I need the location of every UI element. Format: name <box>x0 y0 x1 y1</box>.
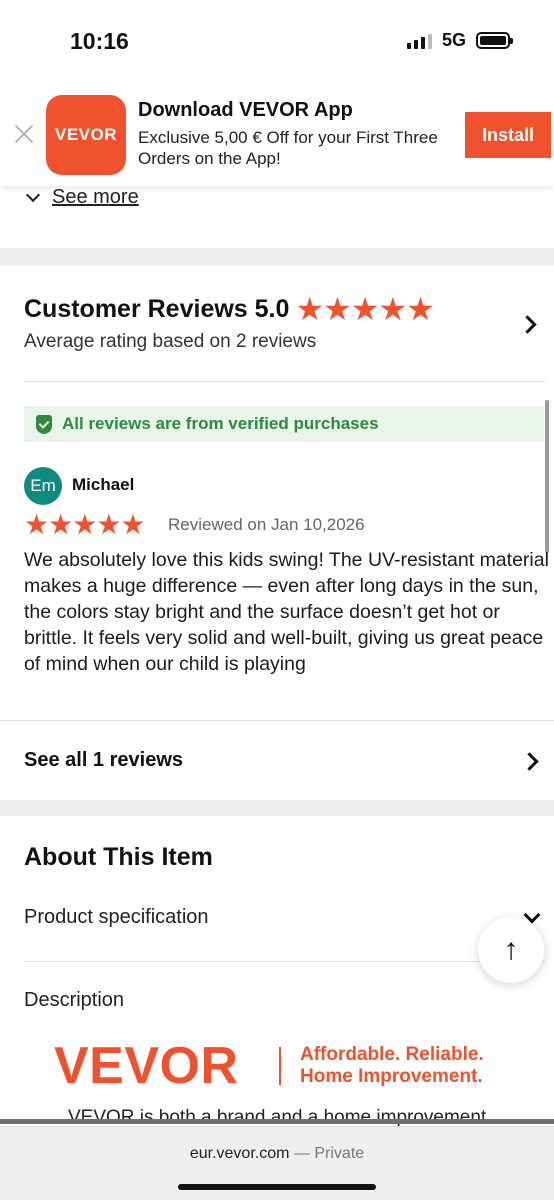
signal-icon <box>406 33 432 49</box>
reviews-header[interactable]: Customer Reviews 5.0 ★★★★★ <box>24 290 435 328</box>
logo-separator <box>279 1047 281 1085</box>
network-label: 5G <box>441 30 466 50</box>
app-download-banner: VEVOR Download VEVOR App Exclusive 5,00 … <box>0 86 554 186</box>
section-separator <box>0 248 554 266</box>
review-date: Reviewed on Jan 10,2026 <box>168 515 365 534</box>
url-display[interactable]: eur.vevor.com — Private <box>0 1145 554 1163</box>
url-text: eur.vevor.com <box>189 1145 290 1162</box>
verified-text: All reviews are from verified purchases <box>62 414 379 433</box>
close-icon[interactable] <box>12 122 36 146</box>
url-separator: — <box>293 1145 310 1162</box>
install-button[interactable]: Install <box>465 112 551 158</box>
banner-title: Download VEVOR App <box>138 99 353 121</box>
reviews-title: Customer Reviews 5.0 <box>24 294 290 323</box>
chevron-right-icon[interactable] <box>520 752 539 771</box>
chevron-right-icon[interactable] <box>518 315 537 334</box>
verified-purchases-banner: All reviews are from verified purchases <box>24 406 544 442</box>
status-indicators: 5G <box>406 30 513 51</box>
avatar: Em <box>24 467 62 505</box>
divider <box>24 381 546 382</box>
banner-subtitle: Exclusive 5,00 € Off for your First Thre… <box>138 128 438 168</box>
reviewer-name: Michael <box>72 475 135 494</box>
divider <box>0 720 554 721</box>
tagline-line-1: Affordable. Reliable. <box>300 1044 484 1065</box>
browser-address-bar[interactable]: eur.vevor.com — Private <box>0 1126 554 1200</box>
tagline-line-2: Home Improvement. <box>300 1066 483 1087</box>
arrow-up-icon: ↑ <box>503 933 519 966</box>
see-more-label: See more <box>52 186 139 208</box>
reviews-subtitle: Average rating based on 2 reviews <box>24 331 317 352</box>
about-title: About This Item <box>24 843 213 871</box>
vevor-brand-logo: VEVOR <box>54 1037 239 1095</box>
description-label: Description <box>24 989 125 1011</box>
brand-tagline: Affordable. Reliable. Home Improvement. <box>300 1044 484 1088</box>
status-time: 10:16 <box>70 28 129 54</box>
see-more-link[interactable]: See more <box>24 186 139 209</box>
rating-stars: ★★★★★ <box>295 291 434 327</box>
horizontal-scrollbar <box>0 1119 554 1124</box>
divider <box>24 961 546 962</box>
review-stars: ★★★★★ <box>24 509 146 540</box>
scroll-to-top-button[interactable]: ↑ <box>478 917 544 983</box>
vevor-app-logo: VEVOR <box>46 95 126 175</box>
review-text: We absolutely love this kids swing! The … <box>24 549 549 675</box>
product-specification-toggle[interactable]: Product specification <box>24 906 209 929</box>
section-separator <box>0 800 554 816</box>
battery-icon <box>476 32 513 49</box>
see-all-reviews-link[interactable]: See all 1 reviews <box>24 749 183 772</box>
scrollbar[interactable] <box>545 400 549 553</box>
status-bar: 10:16 5G <box>0 0 554 86</box>
home-indicator[interactable] <box>178 1184 376 1190</box>
shield-check-icon <box>36 414 52 434</box>
chevron-down-icon <box>25 187 41 202</box>
private-mode-label: Private <box>314 1145 365 1162</box>
